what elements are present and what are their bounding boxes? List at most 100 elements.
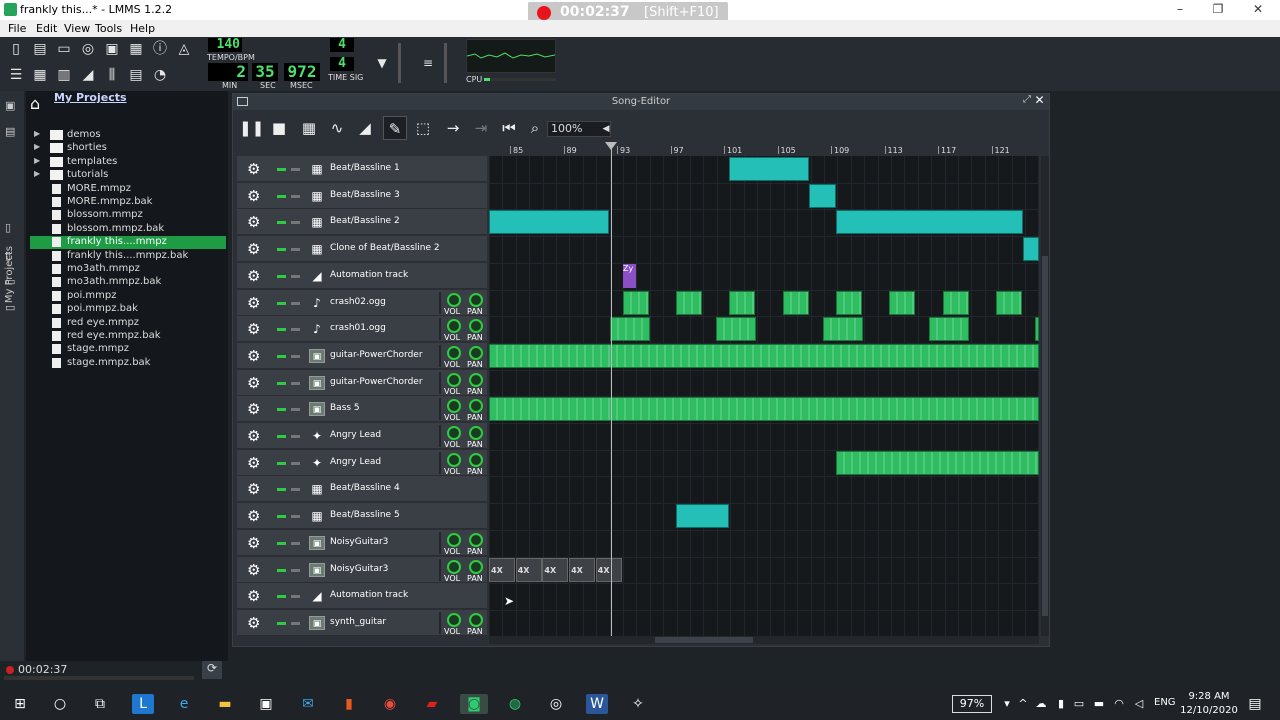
lead-instrument-icon[interactable]: ✦ (309, 456, 325, 470)
beat-bassline-icon[interactable]: ▦ (309, 189, 325, 203)
track-settings-gear-icon[interactable]: ⚙ (247, 320, 260, 338)
office-icon[interactable]: ▮ (338, 694, 360, 714)
track-settings-gear-icon[interactable]: ⚙ (247, 213, 260, 231)
beat-bassline-icon[interactable]: ▦ (309, 509, 325, 523)
track-row[interactable]: ⚙ ▦ Beat/Bassline 2 (237, 209, 487, 236)
menu-file[interactable]: File (8, 22, 26, 35)
pattern-clip[interactable] (783, 290, 809, 315)
track-settings-gear-icon[interactable]: ⚙ (247, 480, 260, 498)
track-mute-button[interactable] (277, 301, 286, 305)
pattern-clip[interactable] (610, 317, 650, 342)
track-solo-button[interactable] (291, 168, 300, 171)
file-item[interactable]: poi.mmpz.bak (30, 303, 226, 316)
track-row[interactable]: ⚙ ▦ Beat/Bassline 5 (237, 503, 487, 530)
track-mute-button[interactable] (277, 274, 286, 278)
instrument-icon[interactable]: ▣ (309, 562, 325, 577)
track-row[interactable]: ⚙ ♪ crash02.ogg VOL PAN (237, 289, 487, 316)
song-editor-icon[interactable]: ☰ (6, 65, 26, 85)
track-settings-gear-icon[interactable]: ⚙ (247, 614, 260, 632)
menu-edit[interactable]: Edit (36, 22, 57, 35)
vertical-scrollbar[interactable] (1041, 156, 1049, 636)
tab-my-computer-icon[interactable]: ▭ (5, 301, 19, 314)
pan-knob[interactable] (469, 292, 483, 307)
chrome-icon[interactable]: ◉ (379, 694, 401, 714)
track-solo-button[interactable] (291, 515, 300, 519)
track-mute-button[interactable] (277, 381, 286, 385)
track-solo-button[interactable] (291, 595, 300, 599)
track-name[interactable]: guitar-PowerChorder (330, 377, 423, 387)
track-mute-button[interactable] (277, 221, 286, 225)
pan-knob[interactable] (469, 612, 483, 627)
instrument-icon[interactable]: ▣ (309, 402, 325, 417)
track-row[interactable]: ⚙ ◢ Automation track (237, 583, 487, 610)
expand-arrow-icon[interactable]: ▶ (34, 142, 40, 151)
track-name[interactable]: NoisyGuitar3 (330, 537, 388, 547)
menu-view[interactable]: View (64, 22, 90, 35)
zoom-dropdown-arrow-icon[interactable]: ◀ (599, 121, 613, 137)
track-name[interactable]: NoisyGuitar3 (330, 564, 388, 574)
volume-icon[interactable]: ◁ (1128, 694, 1150, 714)
track-solo-button[interactable] (291, 194, 300, 198)
pdf-reader-icon[interactable]: ▰ (421, 694, 443, 714)
open-project-icon[interactable]: ▭ (54, 39, 74, 59)
file-explorer-icon[interactable]: ▬ (214, 694, 236, 714)
pattern-clip[interactable] (823, 317, 863, 342)
track-mute-button[interactable] (277, 488, 286, 492)
file-item[interactable]: blossom.mmpz (30, 209, 226, 222)
track-row[interactable]: ⚙ ▣ Bass 5 VOL PAN (237, 396, 487, 423)
track-settings-gear-icon[interactable]: ⚙ (247, 534, 260, 552)
track-mute-button[interactable] (277, 595, 286, 599)
cortana-icon[interactable]: ○ (49, 694, 71, 714)
project-notes-icon[interactable]: ▤ (126, 65, 146, 85)
track-mute-button[interactable] (277, 621, 286, 625)
track-name[interactable]: Automation track (330, 270, 408, 280)
mail-icon[interactable]: ✉ (297, 694, 319, 714)
volume-knob[interactable] (447, 612, 461, 627)
task-view-icon[interactable]: ⧉ (89, 694, 111, 714)
track-name[interactable]: Beat/Bassline 5 (330, 510, 400, 520)
volume-knob[interactable] (447, 345, 461, 360)
tab-my-samples-icon[interactable]: ▯ (5, 221, 19, 234)
file-item[interactable]: MORE.mmpz.bak (30, 196, 226, 209)
pattern-clip[interactable] (1035, 317, 1039, 342)
track-row[interactable]: ⚙ ✦ Angry Lead VOL PAN (237, 449, 487, 476)
track-solo-button[interactable] (291, 381, 300, 385)
track-name[interactable]: Clone of Beat/Bassline 2 (330, 243, 440, 253)
track-solo-button[interactable] (291, 354, 300, 358)
volume-knob[interactable] (447, 426, 461, 440)
edit-mode-button[interactable]: ⬚ (411, 116, 435, 140)
stop-behaviour-button[interactable]: ⏮ (497, 116, 521, 140)
vertical-scroll-thumb[interactable] (1042, 256, 1048, 616)
folder-item[interactable]: ▶ tutorials (30, 169, 226, 182)
track-mute-button[interactable] (277, 408, 286, 412)
beat-bassline-clip[interactable] (836, 210, 1023, 235)
pattern-clip[interactable] (996, 290, 1022, 315)
tab-instrument-plugins-icon[interactable]: ▣ (5, 99, 19, 112)
add-automation-track-button[interactable]: ◢ (353, 116, 377, 140)
expand-arrow-icon[interactable]: ▶ (34, 129, 40, 138)
wifi-icon[interactable]: ◠ (1108, 694, 1130, 714)
track-mute-button[interactable] (277, 541, 286, 545)
horizontal-scroll-thumb[interactable] (655, 637, 753, 643)
track-name[interactable]: crash01.ogg (330, 323, 386, 333)
new-from-template-icon[interactable]: ▤ (30, 39, 50, 59)
pattern-clip[interactable] (676, 290, 702, 315)
maximize-subwindow-icon[interactable]: ⤢ (1023, 94, 1031, 105)
playhead[interactable] (605, 142, 617, 636)
track-row[interactable]: ⚙ ▣ guitar-PowerChorder VOL PAN (237, 342, 487, 369)
muted-pattern-clip[interactable]: 4X (542, 557, 569, 582)
track-mute-button[interactable] (277, 435, 286, 438)
track-row[interactable]: ⚙ ▦ Beat/Bassline 4 (237, 476, 487, 503)
volume-knob[interactable] (447, 559, 461, 574)
oscilloscope[interactable] (466, 39, 556, 73)
track-row[interactable]: ⚙ ▣ NoisyGuitar3 VOL PAN (237, 556, 487, 583)
volume-knob[interactable] (447, 532, 461, 547)
beat-bassline-icon[interactable]: ▦ (309, 215, 325, 229)
track-settings-gear-icon[interactable]: ⚙ (247, 294, 260, 312)
file-item[interactable]: MORE.mmpz (30, 183, 226, 196)
track-row[interactable]: ⚙ ▣ guitar-PowerChorder VOL PAN (237, 369, 487, 396)
language-indicator[interactable]: ENG (1154, 697, 1176, 708)
volume-knob[interactable] (447, 292, 461, 307)
pattern-clip[interactable] (729, 290, 755, 315)
track-solo-button[interactable] (291, 328, 300, 332)
